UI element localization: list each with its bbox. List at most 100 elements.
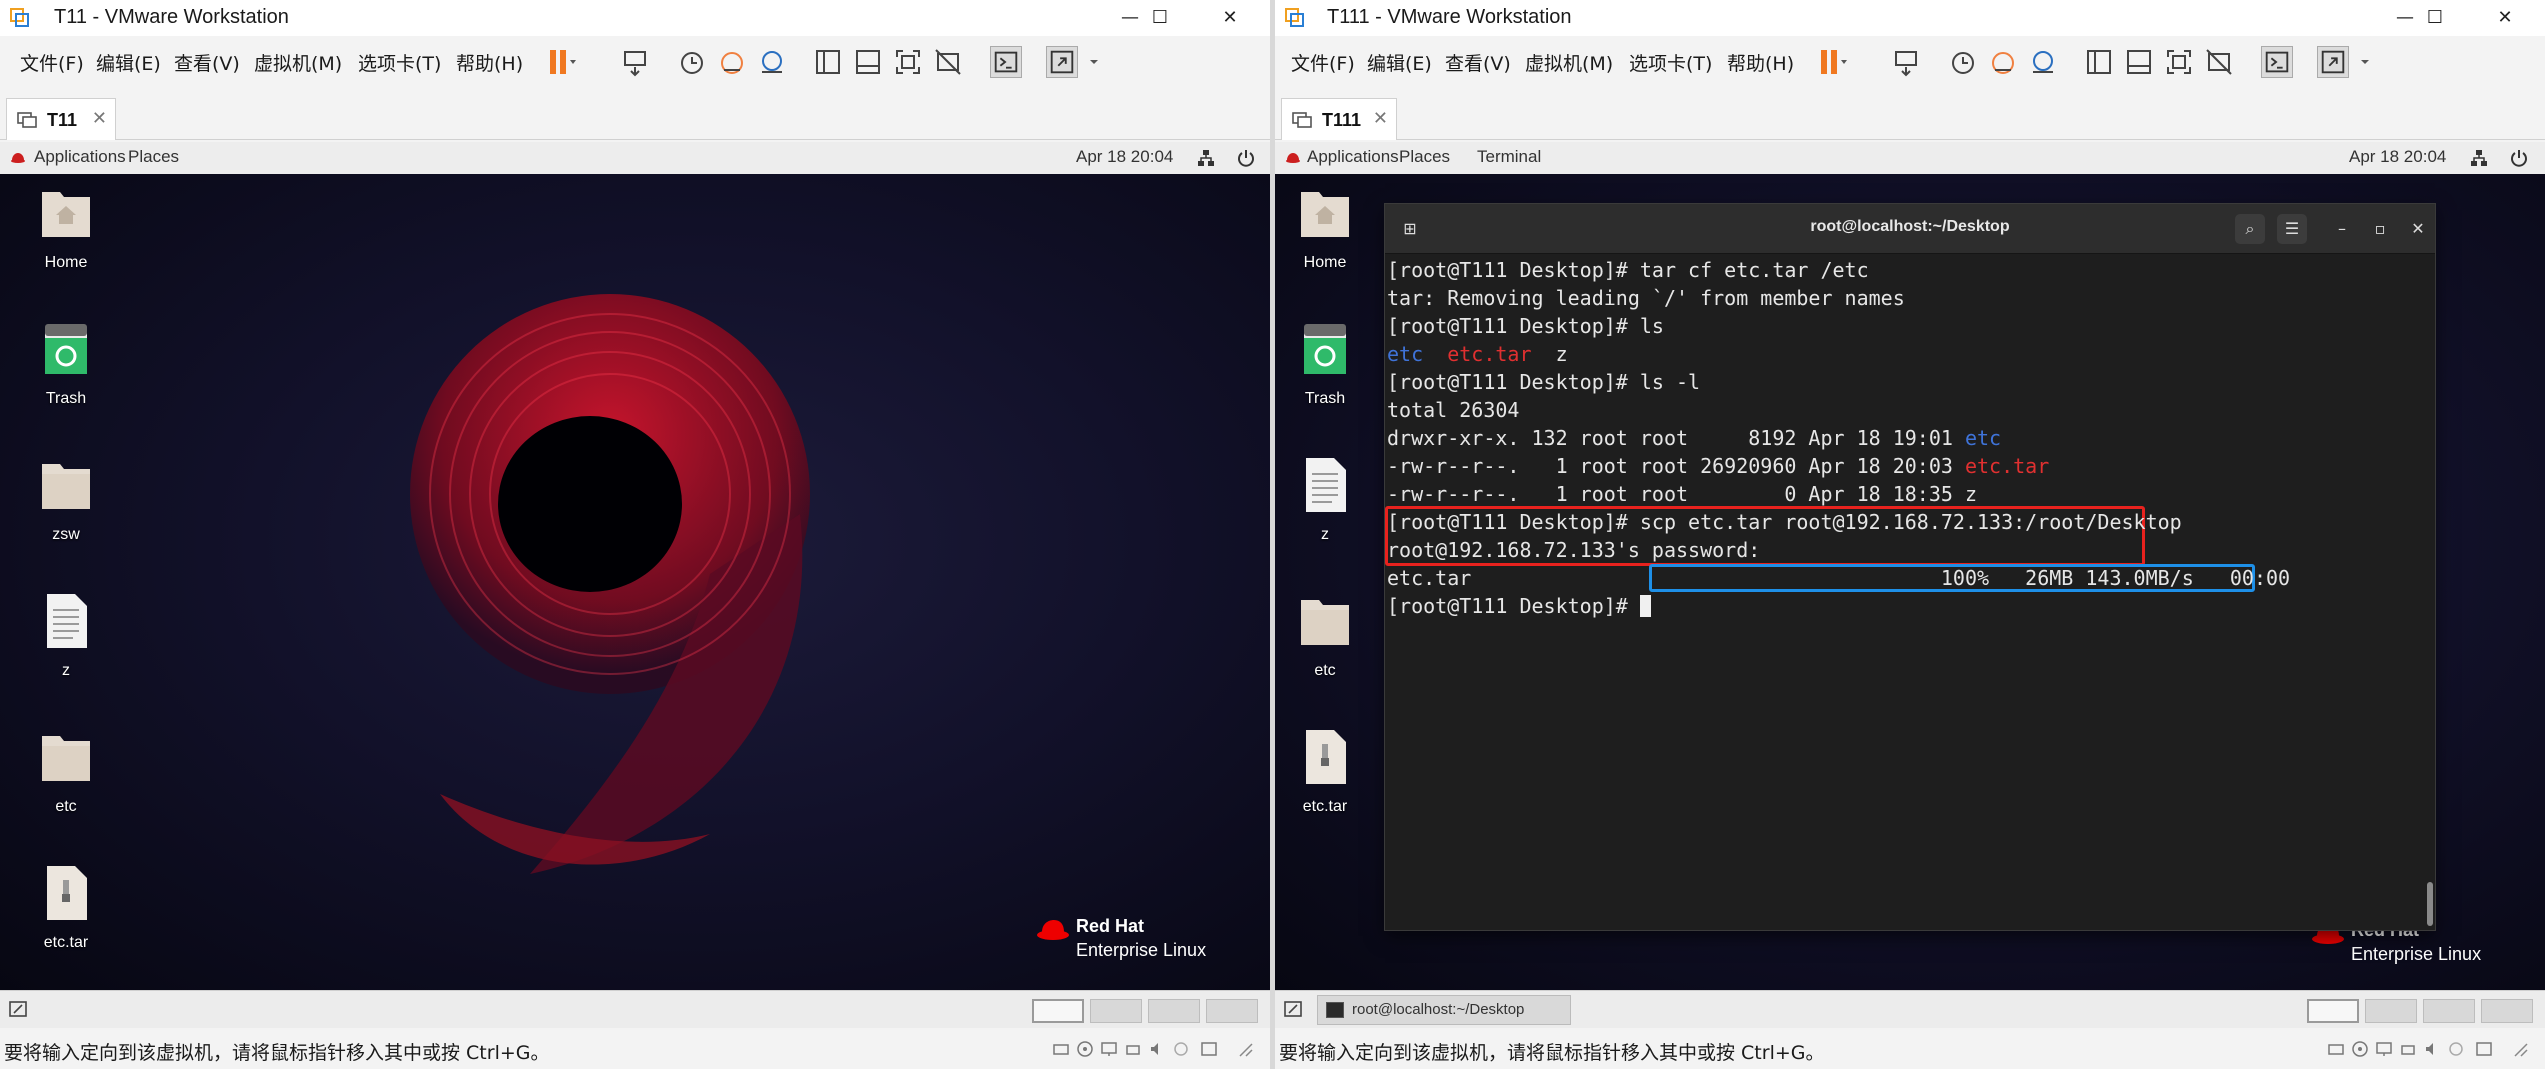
tab-t11[interactable]: T11 ✕ bbox=[6, 98, 116, 140]
desktop-icon-etc[interactable]: etc bbox=[26, 728, 106, 816]
network-icon[interactable] bbox=[2469, 148, 2489, 168]
cd-rom-icon[interactable] bbox=[2351, 1040, 2369, 1058]
terminal-output[interactable]: [root@T111 Desktop]# tar cf etc.tar /etc… bbox=[1385, 254, 2425, 930]
menu-edit[interactable]: 编辑(E) bbox=[1365, 47, 1434, 78]
power-icon[interactable] bbox=[1236, 148, 1256, 168]
places-menu[interactable]: Places bbox=[128, 147, 179, 167]
desktop-icon-home[interactable]: Home bbox=[26, 184, 106, 272]
menu-edit[interactable]: 编辑(E) bbox=[94, 47, 163, 78]
maximize-button[interactable]: ☐ bbox=[1130, 0, 1190, 36]
clock[interactable]: Apr 18 20:04 bbox=[1076, 147, 1173, 167]
desktop-icon-etc-tar[interactable]: etc.tar bbox=[1285, 728, 1365, 816]
show-desktop-icon[interactable] bbox=[8, 999, 30, 1021]
sidebar-view-icon[interactable] bbox=[812, 46, 844, 78]
resize-grip-icon[interactable] bbox=[2511, 1040, 2529, 1058]
applications-menu[interactable]: Applications bbox=[34, 147, 126, 167]
message-icon[interactable] bbox=[1200, 1040, 1218, 1058]
power-icon[interactable] bbox=[2509, 148, 2529, 168]
cd-rom-icon[interactable] bbox=[1076, 1040, 1094, 1058]
taskbar-terminal-button[interactable]: root@localhost:~/Desktop bbox=[1317, 995, 1571, 1025]
terminal-window[interactable]: ⊞ root@localhost:~/Desktop ⌕ ☰ – ▫ ✕ [ro… bbox=[1385, 204, 2435, 930]
clock[interactable]: Apr 18 20:04 bbox=[2349, 147, 2446, 167]
title-bar[interactable]: T111 - VMware Workstation — ☐ ✕ bbox=[1275, 0, 2545, 36]
console-view-icon[interactable] bbox=[2261, 46, 2293, 78]
menu-vm[interactable]: 虚拟机(M) bbox=[252, 47, 344, 78]
usb-icon[interactable] bbox=[2399, 1040, 2417, 1058]
full-screen-icon[interactable] bbox=[2163, 46, 2195, 78]
workspace-3-button[interactable] bbox=[1148, 999, 1200, 1023]
workspace-4-button[interactable] bbox=[2481, 999, 2533, 1023]
applications-menu[interactable]: Applications bbox=[1307, 147, 1399, 167]
snapshot-icon[interactable] bbox=[676, 46, 708, 78]
stretch-guest-icon[interactable] bbox=[1046, 46, 1078, 78]
console-view-icon[interactable] bbox=[990, 46, 1022, 78]
show-desktop-icon[interactable] bbox=[1283, 999, 1305, 1021]
unity-icon[interactable] bbox=[2203, 46, 2235, 78]
close-button[interactable]: ✕ bbox=[2475, 0, 2535, 36]
maximize-button[interactable]: ☐ bbox=[2405, 0, 2465, 36]
menu-file[interactable]: 文件(F) bbox=[18, 47, 86, 78]
tab-close-icon[interactable]: ✕ bbox=[92, 108, 107, 129]
menu-view[interactable]: 查看(V) bbox=[172, 47, 242, 78]
desktop-icon-z[interactable]: z bbox=[1285, 456, 1365, 544]
desktop[interactable]: Home Trash z etc etc.tar Red Hat Enterpr… bbox=[1275, 174, 2545, 990]
menu-vm[interactable]: 虚拟机(M) bbox=[1523, 47, 1615, 78]
snapshot-icon[interactable] bbox=[1947, 46, 1979, 78]
sidebar-view-icon[interactable] bbox=[2083, 46, 2115, 78]
message-icon[interactable] bbox=[2475, 1040, 2493, 1058]
revert-snapshot-icon[interactable] bbox=[716, 46, 748, 78]
scrollbar-thumb[interactable] bbox=[2427, 882, 2433, 926]
close-button[interactable]: ✕ bbox=[1200, 0, 1260, 36]
usb-icon[interactable] bbox=[1124, 1040, 1142, 1058]
hard-disk-icon[interactable] bbox=[1052, 1040, 1070, 1058]
terminal-app-menu[interactable]: Terminal bbox=[1477, 147, 1541, 167]
snapshot-manager-icon[interactable] bbox=[2027, 46, 2059, 78]
search-icon[interactable]: ⌕ bbox=[2235, 214, 2265, 244]
network-adapter-icon[interactable] bbox=[1100, 1040, 1118, 1058]
close-icon[interactable]: ✕ bbox=[2403, 214, 2433, 244]
network-icon[interactable] bbox=[1196, 148, 1216, 168]
workspace-1-button[interactable] bbox=[2307, 999, 2359, 1023]
menu-help[interactable]: 帮助(H) bbox=[454, 47, 525, 78]
menu-help[interactable]: 帮助(H) bbox=[1725, 47, 1796, 78]
desktop-icon-trash[interactable]: Trash bbox=[26, 320, 106, 408]
chevron-down-icon[interactable] bbox=[2353, 46, 2385, 78]
minimize-icon[interactable]: – bbox=[2327, 214, 2357, 244]
hard-disk-icon[interactable] bbox=[2327, 1040, 2345, 1058]
terminal-header[interactable]: ⊞ root@localhost:~/Desktop ⌕ ☰ – ▫ ✕ bbox=[1385, 204, 2435, 254]
workspace-2-button[interactable] bbox=[1090, 999, 1142, 1023]
resize-grip-icon[interactable] bbox=[1236, 1040, 1254, 1058]
display-icon[interactable] bbox=[2447, 1040, 2465, 1058]
title-bar[interactable]: T11 - VMware Workstation — ☐ ✕ bbox=[0, 0, 1270, 36]
display-icon[interactable] bbox=[1172, 1040, 1190, 1058]
sound-icon[interactable] bbox=[2423, 1040, 2441, 1058]
desktop-icon-etc[interactable]: etc bbox=[1285, 592, 1365, 680]
send-keys-icon[interactable] bbox=[620, 46, 652, 78]
desktop-icon-zsw[interactable]: zsw bbox=[26, 456, 106, 544]
pause-icon[interactable] bbox=[544, 46, 576, 78]
desktop-icon-home[interactable]: Home bbox=[1285, 184, 1365, 272]
menu-view[interactable]: 查看(V) bbox=[1443, 47, 1513, 78]
tab-t111[interactable]: T111 ✕ bbox=[1281, 98, 1397, 140]
workspace-4-button[interactable] bbox=[1206, 999, 1258, 1023]
revert-snapshot-icon[interactable] bbox=[1987, 46, 2019, 78]
chevron-down-icon[interactable] bbox=[1082, 46, 1114, 78]
tab-close-icon[interactable]: ✕ bbox=[1373, 108, 1388, 129]
sound-icon[interactable] bbox=[1148, 1040, 1166, 1058]
desktop-icon-etc-tar[interactable]: etc.tar bbox=[26, 864, 106, 952]
desktop-icon-z[interactable]: z bbox=[26, 592, 106, 680]
thumbnail-view-icon[interactable] bbox=[852, 46, 884, 78]
menu-tabs[interactable]: 选项卡(T) bbox=[1627, 47, 1714, 78]
send-keys-icon[interactable] bbox=[1891, 46, 1923, 78]
menu-icon[interactable]: ☰ bbox=[2277, 214, 2307, 244]
pause-icon[interactable] bbox=[1815, 46, 1847, 78]
menu-file[interactable]: 文件(F) bbox=[1289, 47, 1357, 78]
thumbnail-view-icon[interactable] bbox=[2123, 46, 2155, 78]
terminal-scrollbar[interactable] bbox=[2427, 254, 2433, 930]
desktop[interactable]: Home Trash zsw z etc etc.tar Red Hat Ent… bbox=[0, 174, 1270, 990]
workspace-3-button[interactable] bbox=[2423, 999, 2475, 1023]
maximize-icon[interactable]: ▫ bbox=[2365, 214, 2395, 244]
stretch-guest-icon[interactable] bbox=[2317, 46, 2349, 78]
desktop-icon-trash[interactable]: Trash bbox=[1285, 320, 1365, 408]
unity-icon[interactable] bbox=[932, 46, 964, 78]
